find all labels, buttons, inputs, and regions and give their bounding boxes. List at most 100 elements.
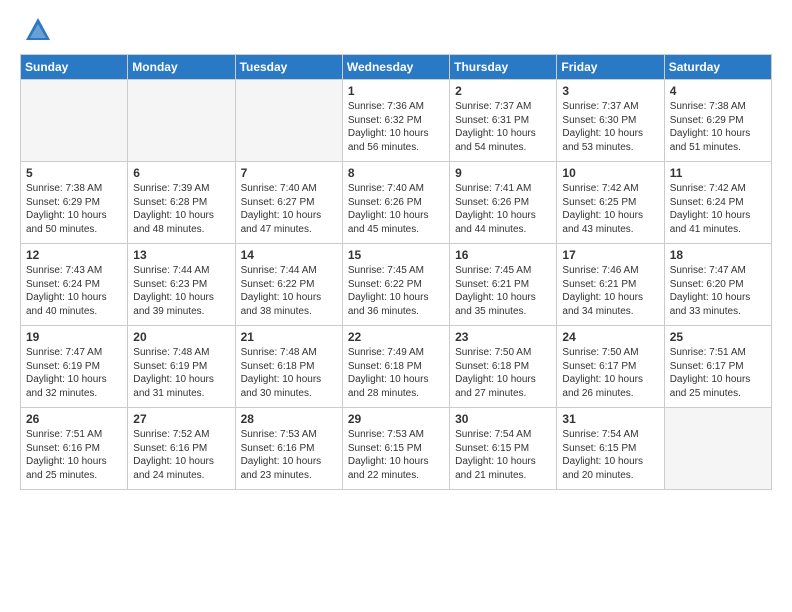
weekday-header-tuesday: Tuesday [235, 55, 342, 80]
day-number: 28 [241, 412, 337, 426]
weekday-header-row: SundayMondayTuesdayWednesdayThursdayFrid… [21, 55, 772, 80]
calendar-cell: 3 Sunrise: 7:37 AM Sunset: 6:30 PM Daylig… [557, 80, 664, 162]
day-number: 26 [26, 412, 122, 426]
calendar-cell: 31 Sunrise: 7:54 AM Sunset: 6:15 PM Dayli… [557, 408, 664, 490]
logo [20, 16, 52, 44]
calendar-cell [235, 80, 342, 162]
calendar-cell: 22 Sunrise: 7:49 AM Sunset: 6:18 PM Dayli… [342, 326, 449, 408]
calendar-cell: 10Sunrise: 7:42 AM Sunset: 6:25 PM Dayli… [557, 162, 664, 244]
calendar-cell [21, 80, 128, 162]
calendar-cell: 20 Sunrise: 7:48 AM Sunset: 6:19 PM Dayli… [128, 326, 235, 408]
weekday-header-saturday: Saturday [664, 55, 771, 80]
calendar-cell: 7 Sunrise: 7:40 AM Sunset: 6:27 PM Daylig… [235, 162, 342, 244]
day-info: Sunrise: 7:53 AM Sunset: 6:15 PM Dayligh… [348, 428, 444, 482]
day-info: Sunrise: 7:52 AM Sunset: 6:16 PM Dayligh… [133, 428, 229, 482]
week-row-3: 19 Sunrise: 7:47 AM Sunset: 6:19 PM Dayli… [21, 326, 772, 408]
calendar-cell: 14 Sunrise: 7:44 AM Sunset: 6:22 PM Dayli… [235, 244, 342, 326]
day-info: Sunrise: 7:43 AM Sunset: 6:24 PM Dayligh… [26, 264, 122, 318]
weekday-header-monday: Monday [128, 55, 235, 80]
calendar-cell: 18 Sunrise: 7:47 AM Sunset: 6:20 PM Dayli… [664, 244, 771, 326]
day-info: Sunrise: 7:48 AM Sunset: 6:18 PM Dayligh… [241, 346, 337, 400]
calendar-cell: 16 Sunrise: 7:45 AM Sunset: 6:21 PM Dayli… [450, 244, 557, 326]
calendar-cell: 28 Sunrise: 7:53 AM Sunset: 6:16 PM Dayli… [235, 408, 342, 490]
calendar-cell: 25Sunrise: 7:51 AM Sunset: 6:17 PM Dayli… [664, 326, 771, 408]
calendar-cell: 26Sunrise: 7:51 AM Sunset: 6:16 PM Dayli… [21, 408, 128, 490]
day-info: Sunrise: 7:54 AM Sunset: 6:15 PM Dayligh… [562, 428, 658, 482]
day-number: 15 [348, 248, 444, 262]
day-info: Sunrise: 7:50 AM Sunset: 6:18 PM Dayligh… [455, 346, 551, 400]
day-number: 9 [455, 166, 551, 180]
day-number: 6 [133, 166, 229, 180]
calendar-cell: 27Sunrise: 7:52 AM Sunset: 6:16 PM Dayli… [128, 408, 235, 490]
week-row-4: 26Sunrise: 7:51 AM Sunset: 6:16 PM Dayli… [21, 408, 772, 490]
day-number: 2 [455, 84, 551, 98]
calendar-cell: 19 Sunrise: 7:47 AM Sunset: 6:19 PM Dayli… [21, 326, 128, 408]
day-number: 20 [133, 330, 229, 344]
day-info: Sunrise: 7:49 AM Sunset: 6:18 PM Dayligh… [348, 346, 444, 400]
day-number: 4 [670, 84, 766, 98]
day-info: Sunrise: 7:42 AM Sunset: 6:24 PM Dayligh… [670, 182, 766, 236]
day-info: Sunrise: 7:51 AM Sunset: 6:17 PM Dayligh… [670, 346, 766, 400]
calendar-table: SundayMondayTuesdayWednesdayThursdayFrid… [20, 54, 772, 490]
day-info: Sunrise: 7:47 AM Sunset: 6:19 PM Dayligh… [26, 346, 122, 400]
day-info: Sunrise: 7:53 AM Sunset: 6:16 PM Dayligh… [241, 428, 337, 482]
day-number: 29 [348, 412, 444, 426]
day-number: 23 [455, 330, 551, 344]
day-info: Sunrise: 7:46 AM Sunset: 6:21 PM Dayligh… [562, 264, 658, 318]
day-info: Sunrise: 7:44 AM Sunset: 6:23 PM Dayligh… [133, 264, 229, 318]
calendar-cell: 9 Sunrise: 7:41 AM Sunset: 6:26 PM Daylig… [450, 162, 557, 244]
day-info: Sunrise: 7:37 AM Sunset: 6:31 PM Dayligh… [455, 100, 551, 154]
day-info: Sunrise: 7:40 AM Sunset: 6:26 PM Dayligh… [348, 182, 444, 236]
calendar-cell: 8 Sunrise: 7:40 AM Sunset: 6:26 PM Daylig… [342, 162, 449, 244]
day-number: 17 [562, 248, 658, 262]
calendar-cell: 6 Sunrise: 7:39 AM Sunset: 6:28 PM Daylig… [128, 162, 235, 244]
calendar-cell: 15 Sunrise: 7:45 AM Sunset: 6:22 PM Dayli… [342, 244, 449, 326]
weekday-header-sunday: Sunday [21, 55, 128, 80]
calendar-cell: 4Sunrise: 7:38 AM Sunset: 6:29 PM Daylig… [664, 80, 771, 162]
week-row-2: 12Sunrise: 7:43 AM Sunset: 6:24 PM Dayli… [21, 244, 772, 326]
day-number: 13 [133, 248, 229, 262]
day-info: Sunrise: 7:37 AM Sunset: 6:30 PM Dayligh… [562, 100, 658, 154]
day-number: 14 [241, 248, 337, 262]
calendar-cell: 24 Sunrise: 7:50 AM Sunset: 6:17 PM Dayli… [557, 326, 664, 408]
day-info: Sunrise: 7:45 AM Sunset: 6:22 PM Dayligh… [348, 264, 444, 318]
calendar-cell: 21 Sunrise: 7:48 AM Sunset: 6:18 PM Dayli… [235, 326, 342, 408]
week-row-0: 1Sunrise: 7:36 AM Sunset: 6:32 PM Daylig… [21, 80, 772, 162]
day-number: 16 [455, 248, 551, 262]
day-info: Sunrise: 7:47 AM Sunset: 6:20 PM Dayligh… [670, 264, 766, 318]
day-number: 21 [241, 330, 337, 344]
calendar-cell [664, 408, 771, 490]
day-info: Sunrise: 7:50 AM Sunset: 6:17 PM Dayligh… [562, 346, 658, 400]
day-info: Sunrise: 7:39 AM Sunset: 6:28 PM Dayligh… [133, 182, 229, 236]
day-number: 7 [241, 166, 337, 180]
calendar-cell: 17 Sunrise: 7:46 AM Sunset: 6:21 PM Dayli… [557, 244, 664, 326]
day-info: Sunrise: 7:54 AM Sunset: 6:15 PM Dayligh… [455, 428, 551, 482]
weekday-header-wednesday: Wednesday [342, 55, 449, 80]
day-info: Sunrise: 7:48 AM Sunset: 6:19 PM Dayligh… [133, 346, 229, 400]
day-number: 18 [670, 248, 766, 262]
day-info: Sunrise: 7:36 AM Sunset: 6:32 PM Dayligh… [348, 100, 444, 154]
weekday-header-friday: Friday [557, 55, 664, 80]
day-info: Sunrise: 7:41 AM Sunset: 6:26 PM Dayligh… [455, 182, 551, 236]
calendar-cell: 2 Sunrise: 7:37 AM Sunset: 6:31 PM Daylig… [450, 80, 557, 162]
day-number: 31 [562, 412, 658, 426]
calendar-cell: 23 Sunrise: 7:50 AM Sunset: 6:18 PM Dayli… [450, 326, 557, 408]
day-number: 8 [348, 166, 444, 180]
day-info: Sunrise: 7:45 AM Sunset: 6:21 PM Dayligh… [455, 264, 551, 318]
calendar-cell: 11 Sunrise: 7:42 AM Sunset: 6:24 PM Dayli… [664, 162, 771, 244]
day-number: 11 [670, 166, 766, 180]
day-info: Sunrise: 7:40 AM Sunset: 6:27 PM Dayligh… [241, 182, 337, 236]
day-info: Sunrise: 7:44 AM Sunset: 6:22 PM Dayligh… [241, 264, 337, 318]
day-number: 22 [348, 330, 444, 344]
calendar-cell [128, 80, 235, 162]
week-row-1: 5Sunrise: 7:38 AM Sunset: 6:29 PM Daylig… [21, 162, 772, 244]
day-number: 24 [562, 330, 658, 344]
day-number: 3 [562, 84, 658, 98]
calendar-cell: 30Sunrise: 7:54 AM Sunset: 6:15 PM Dayli… [450, 408, 557, 490]
day-info: Sunrise: 7:42 AM Sunset: 6:25 PM Dayligh… [562, 182, 658, 236]
header [20, 16, 772, 44]
page: SundayMondayTuesdayWednesdayThursdayFrid… [0, 0, 792, 612]
weekday-header-thursday: Thursday [450, 55, 557, 80]
day-number: 19 [26, 330, 122, 344]
logo-icon [24, 16, 52, 44]
